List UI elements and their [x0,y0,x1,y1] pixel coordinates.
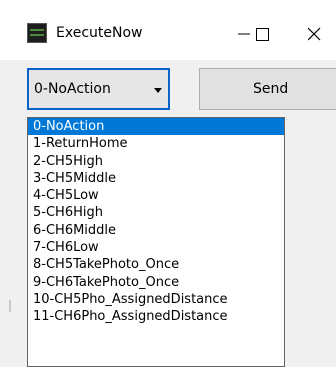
send-button-label: Send [253,81,289,97]
dropdown-option[interactable]: 4-CH5Low [28,187,284,204]
dropdown-option[interactable]: 5-CH6High [28,204,284,221]
maximize-button[interactable] [256,16,296,50]
dropdown-option[interactable]: 8-CH5TakePhoto_Once [28,256,284,273]
action-select-value: 0-NoAction [34,81,111,97]
dropdown-option[interactable]: 1-ReturnHome [28,135,284,152]
close-button[interactable] [308,16,336,50]
dropdown-option[interactable]: 7-CH6Low [28,239,284,256]
close-icon [308,27,321,41]
dropdown-option[interactable]: 3-CH5Middle [28,170,284,187]
action-dropdown-list[interactable]: 0-NoAction 1-ReturnHome 2-CH5High 3-CH5M… [27,117,285,367]
app-icon [27,23,47,43]
dropdown-option[interactable]: 2-CH5High [28,153,284,170]
dropdown-arrow-icon[interactable] [154,88,162,93]
dropdown-option[interactable]: 9-CH6TakePhoto_Once [28,274,284,291]
dropdown-option[interactable]: 10-CH5Pho_AssignedDistance [28,291,284,308]
dropdown-option[interactable]: 6-CH6Middle [28,222,284,239]
partial-element [9,300,11,312]
action-select[interactable]: 0-NoAction [27,68,170,110]
window-title: ExecuteNow [56,25,143,41]
dropdown-option[interactable]: 11-CH6Pho_AssignedDistance [28,308,284,325]
send-button[interactable]: Send [199,68,336,110]
maximize-icon [256,28,269,41]
title-bar: ExecuteNow [0,0,336,60]
dropdown-option[interactable]: 0-NoAction [28,118,284,136]
